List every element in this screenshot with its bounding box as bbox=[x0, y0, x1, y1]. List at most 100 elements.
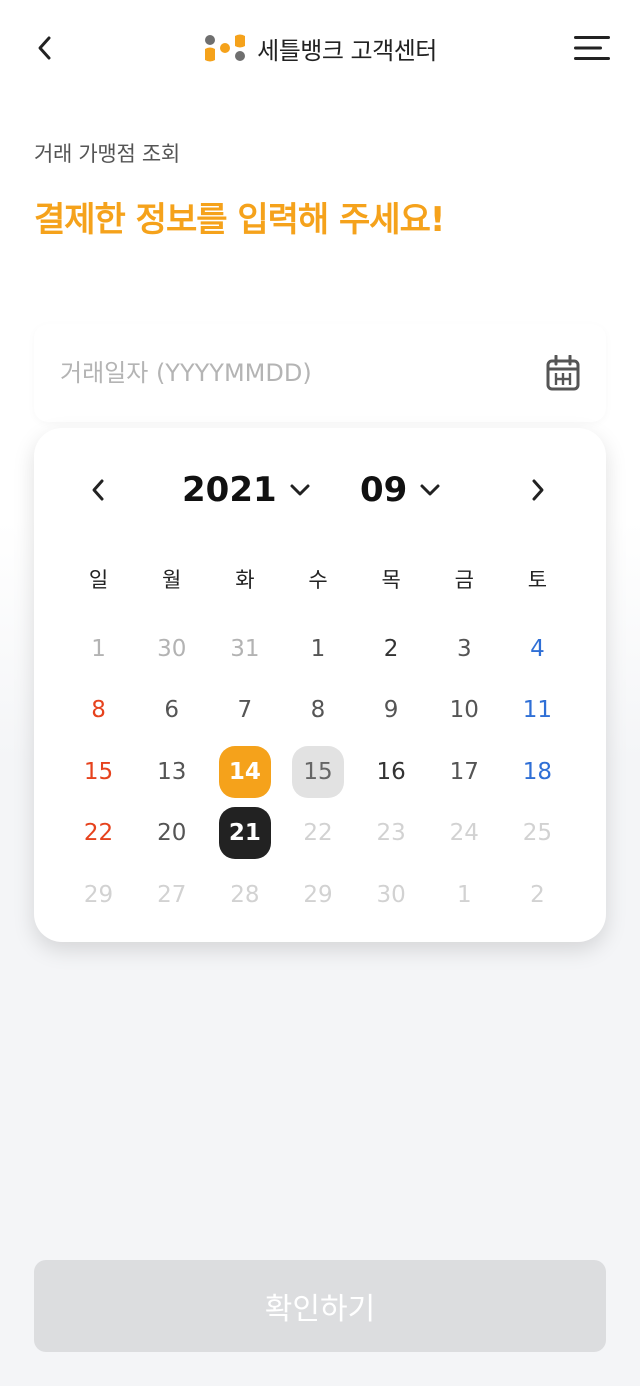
calendar-day-label: 1 bbox=[456, 881, 472, 908]
weekday-label: 수 bbox=[308, 568, 328, 592]
calendar-day-label: 15 bbox=[291, 745, 344, 798]
calendar-day: 2 bbox=[501, 864, 574, 926]
transaction-date-field bbox=[34, 324, 606, 422]
calendar-day-label: 10 bbox=[449, 697, 479, 724]
calendar-day-label: 29 bbox=[83, 881, 114, 908]
calendar-day: 1 bbox=[428, 864, 501, 926]
page-headline: 결제한 정보를 입력해 주세요! bbox=[34, 200, 445, 240]
calendar-day-label: 13 bbox=[157, 758, 187, 785]
calendar-day[interactable]: 17 bbox=[428, 741, 501, 803]
calendar-day[interactable]: 4 bbox=[501, 618, 574, 680]
calendar-day[interactable]: 20 bbox=[135, 803, 208, 865]
calendar-day-label: 4 bbox=[530, 635, 545, 662]
calendar-day[interactable]: 15 bbox=[62, 741, 135, 803]
calendar-day-label: 22 bbox=[303, 820, 333, 847]
hamburger-menu-icon bbox=[574, 36, 610, 60]
chevron-down-icon bbox=[290, 484, 310, 496]
weekday-label: 금 bbox=[454, 568, 474, 592]
calendar-day[interactable]: 9 bbox=[355, 680, 428, 742]
calendar-day: 29 bbox=[62, 864, 135, 926]
calendar-button[interactable] bbox=[544, 354, 582, 392]
calendar-day-label: 1 bbox=[91, 635, 106, 662]
calendar-day-label: 2 bbox=[383, 635, 399, 662]
calendar-day-label: 16 bbox=[376, 758, 406, 785]
month-value: 09 bbox=[360, 470, 408, 510]
calendar-day-label: 20 bbox=[157, 820, 187, 847]
calendar-day[interactable]: 1 bbox=[62, 618, 135, 680]
month-select[interactable]: 09 bbox=[360, 464, 441, 516]
calendar-day[interactable]: 14 bbox=[208, 741, 281, 803]
calendar-day[interactable]: 18 bbox=[501, 741, 574, 803]
calendar-day[interactable]: 8 bbox=[281, 680, 354, 742]
calendar-day-label: 17 bbox=[449, 758, 479, 785]
brand-logo-icon bbox=[205, 34, 246, 62]
chevron-left-icon bbox=[92, 479, 104, 501]
calendar-day-label: 24 bbox=[449, 820, 479, 847]
calendar-day-label: 27 bbox=[157, 881, 187, 908]
calendar-day-label: 21 bbox=[218, 807, 271, 860]
calendar-day[interactable]: 16 bbox=[355, 741, 428, 803]
calendar-day-label: 8 bbox=[310, 697, 326, 724]
calendar-day: 24 bbox=[428, 803, 501, 865]
calendar-day[interactable]: 21 bbox=[208, 803, 281, 865]
weekday-header: 일 월 화 수 목 금 토 bbox=[62, 560, 574, 600]
calendar-day-label: 28 bbox=[230, 881, 260, 908]
calendar-day-label: 9 bbox=[383, 697, 399, 724]
calendar-day-label: 25 bbox=[522, 820, 553, 847]
calendar-day-label: 3 bbox=[456, 635, 472, 662]
calendar-day-label: 2 bbox=[530, 881, 545, 908]
calendar-day[interactable]: 8 bbox=[62, 680, 135, 742]
date-picker: 2021 09 일 월 화 수 목 금 토 1 30 31 1 2 3 4 8 6 7 8 9 10 11… bbox=[34, 428, 606, 942]
calendar-day: 30 bbox=[355, 864, 428, 926]
chevron-down-icon bbox=[420, 484, 440, 496]
calendar-day: 25 bbox=[501, 803, 574, 865]
calendar-day: 29 bbox=[281, 864, 354, 926]
calendar-day[interactable]: 2 bbox=[355, 618, 428, 680]
calendar-day-label: 11 bbox=[522, 697, 553, 724]
weekday-label: 일 bbox=[88, 568, 109, 592]
calendar-day[interactable]: 30 bbox=[135, 618, 208, 680]
calendar-day[interactable]: 3 bbox=[428, 618, 501, 680]
brand: 세틀뱅크 고객센터 bbox=[0, 28, 640, 68]
weekday-label: 토 bbox=[527, 568, 548, 592]
calendar-day-label: 8 bbox=[91, 697, 106, 724]
day-grid: 1 30 31 1 2 3 4 8 6 7 8 9 10 11 15 13 14 15 16 17 18 22 20 21 22… bbox=[62, 618, 574, 926]
calendar-icon bbox=[546, 355, 580, 391]
calendar-day[interactable]: 13 bbox=[135, 741, 208, 803]
menu-button[interactable] bbox=[572, 30, 612, 66]
weekday-label: 화 bbox=[235, 568, 255, 592]
next-month-button[interactable] bbox=[520, 470, 556, 510]
calendar-day[interactable]: 11 bbox=[501, 680, 574, 742]
calendar-day[interactable]: 31 bbox=[208, 618, 281, 680]
date-picker-nav: 2021 09 bbox=[34, 464, 606, 516]
calendar-day: 23 bbox=[355, 803, 428, 865]
calendar-day-label: 1 bbox=[310, 635, 326, 662]
calendar-day[interactable]: 22 bbox=[62, 803, 135, 865]
calendar-day-label: 22 bbox=[83, 820, 114, 847]
chevron-right-icon bbox=[532, 479, 544, 501]
app-header: 세틀뱅크 고객센터 bbox=[0, 0, 640, 96]
brand-name: 세틀뱅크 고객센터 bbox=[257, 36, 437, 65]
calendar-day-label: 30 bbox=[157, 635, 187, 662]
calendar-day[interactable]: 10 bbox=[428, 680, 501, 742]
calendar-day: 28 bbox=[208, 864, 281, 926]
confirm-button[interactable]: 확인하기 bbox=[34, 1260, 606, 1352]
calendar-day[interactable]: 7 bbox=[208, 680, 281, 742]
calendar-day: 22 bbox=[281, 803, 354, 865]
weekday-label: 월 bbox=[162, 568, 182, 592]
calendar-day-label: 7 bbox=[237, 697, 253, 724]
calendar-day-label: 6 bbox=[164, 697, 180, 724]
page-subtitle: 거래 가맹점 조회 bbox=[34, 142, 180, 166]
calendar-day: 27 bbox=[135, 864, 208, 926]
transaction-date-input[interactable] bbox=[60, 348, 520, 398]
calendar-day-label: 30 bbox=[376, 881, 406, 908]
calendar-day-label: 15 bbox=[83, 758, 114, 785]
calendar-day[interactable]: 6 bbox=[135, 680, 208, 742]
calendar-day-label: 14 bbox=[218, 745, 271, 798]
calendar-day[interactable]: 1 bbox=[281, 618, 354, 680]
prev-month-button[interactable] bbox=[80, 470, 116, 510]
calendar-day-label: 18 bbox=[522, 758, 553, 785]
calendar-day[interactable]: 15 bbox=[281, 741, 354, 803]
weekday-label: 목 bbox=[381, 568, 401, 592]
year-select[interactable]: 2021 bbox=[182, 464, 311, 516]
